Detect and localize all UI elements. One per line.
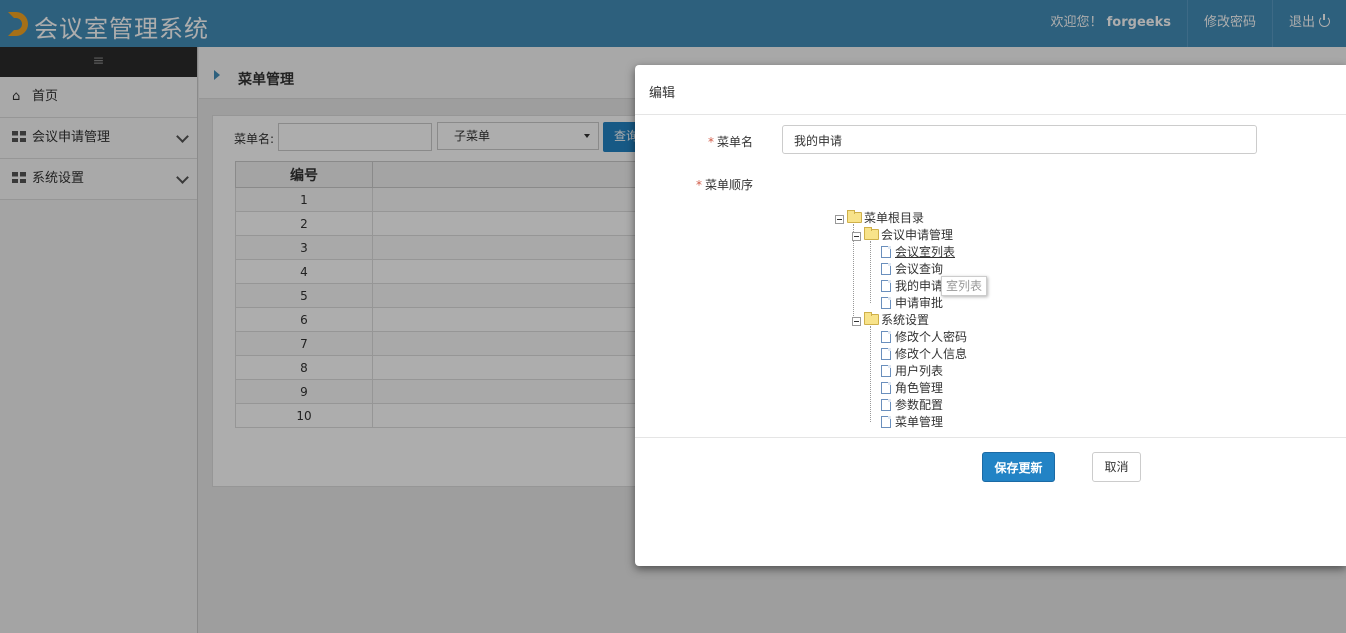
tree-node-item[interactable]: 修改个人密码 (881, 329, 967, 346)
tree-node-item[interactable]: 用户列表 (881, 363, 943, 380)
drag-preview: 室列表 (941, 276, 988, 296)
page-icon (881, 331, 891, 343)
menu-order-tree: 菜单根目录 会议申请管理 会议室列表 会议查询 我的申请 申请审批 室列表 系统… (833, 210, 1153, 440)
page-icon (881, 348, 891, 360)
tree-node-label: 用户列表 (895, 364, 944, 378)
tree-node-label: 会议查询 (895, 262, 944, 276)
collapse-toggle-icon[interactable] (852, 317, 861, 326)
cancel-button[interactable]: 取消 (1092, 452, 1141, 482)
page-icon (881, 297, 891, 309)
menu-name-input[interactable]: 我的申请 (782, 125, 1257, 154)
required-mark: * (696, 178, 702, 192)
collapse-toggle-icon[interactable] (852, 232, 861, 241)
tree-node-item[interactable]: 申请审批 (881, 295, 943, 312)
menu-name-label: * 菜单名 (708, 133, 753, 150)
page-icon (881, 382, 891, 394)
edit-modal: 编辑 * 菜单名 我的申请 * 菜单顺序 菜单根目录 会议申请管理 会议室列表 会议… (635, 65, 1346, 566)
tree-node-label: 系统设置 (881, 313, 930, 327)
folder-icon (847, 210, 862, 223)
page-icon (881, 263, 891, 275)
tree-node-item[interactable]: 会议查询 (881, 261, 943, 278)
tree-node-item[interactable]: 会议室列表 (881, 244, 955, 261)
folder-icon (864, 227, 879, 240)
tree-node-label: 参数配置 (895, 398, 944, 412)
save-button[interactable]: 保存更新 (982, 452, 1055, 482)
tree-node-item[interactable]: 参数配置 (881, 397, 943, 414)
page-icon (881, 246, 891, 258)
tree-node-label: 会议申请管理 (881, 228, 954, 242)
page-icon (881, 399, 891, 411)
page-icon (881, 280, 891, 292)
required-mark: * (708, 135, 714, 149)
tree-node-item[interactable]: 修改个人信息 (881, 346, 967, 363)
page-icon (881, 416, 891, 428)
tree-node-label: 我的申请 (895, 279, 944, 293)
tree-node-label: 修改个人密码 (895, 330, 968, 344)
tree-node-root[interactable]: 菜单根目录 (847, 210, 924, 227)
tree-node-group[interactable]: 系统设置 (864, 312, 929, 329)
tree-node-label: 会议室列表 (895, 245, 956, 259)
label-text: 菜单顺序 (705, 178, 754, 192)
tree-node-group[interactable]: 会议申请管理 (864, 227, 953, 244)
menu-order-label: * 菜单顺序 (696, 176, 753, 193)
tree-node-label: 菜单管理 (895, 415, 944, 429)
tree-node-label: 申请审批 (895, 296, 944, 310)
modal-title: 编辑 (635, 65, 1346, 115)
tree-node-label: 角色管理 (895, 381, 944, 395)
tree-node-label: 菜单根目录 (864, 211, 925, 225)
page-icon (881, 365, 891, 377)
tree-node-item[interactable]: 我的申请 (881, 278, 943, 295)
tree-node-item[interactable]: 角色管理 (881, 380, 943, 397)
modal-footer-divider (635, 437, 1346, 438)
tree-line (870, 241, 871, 303)
label-text: 菜单名 (717, 135, 754, 149)
folder-icon (864, 312, 879, 325)
tree-node-item[interactable]: 菜单管理 (881, 414, 943, 431)
tree-node-label: 修改个人信息 (895, 347, 968, 361)
collapse-toggle-icon[interactable] (835, 215, 844, 224)
tree-line (870, 326, 871, 422)
